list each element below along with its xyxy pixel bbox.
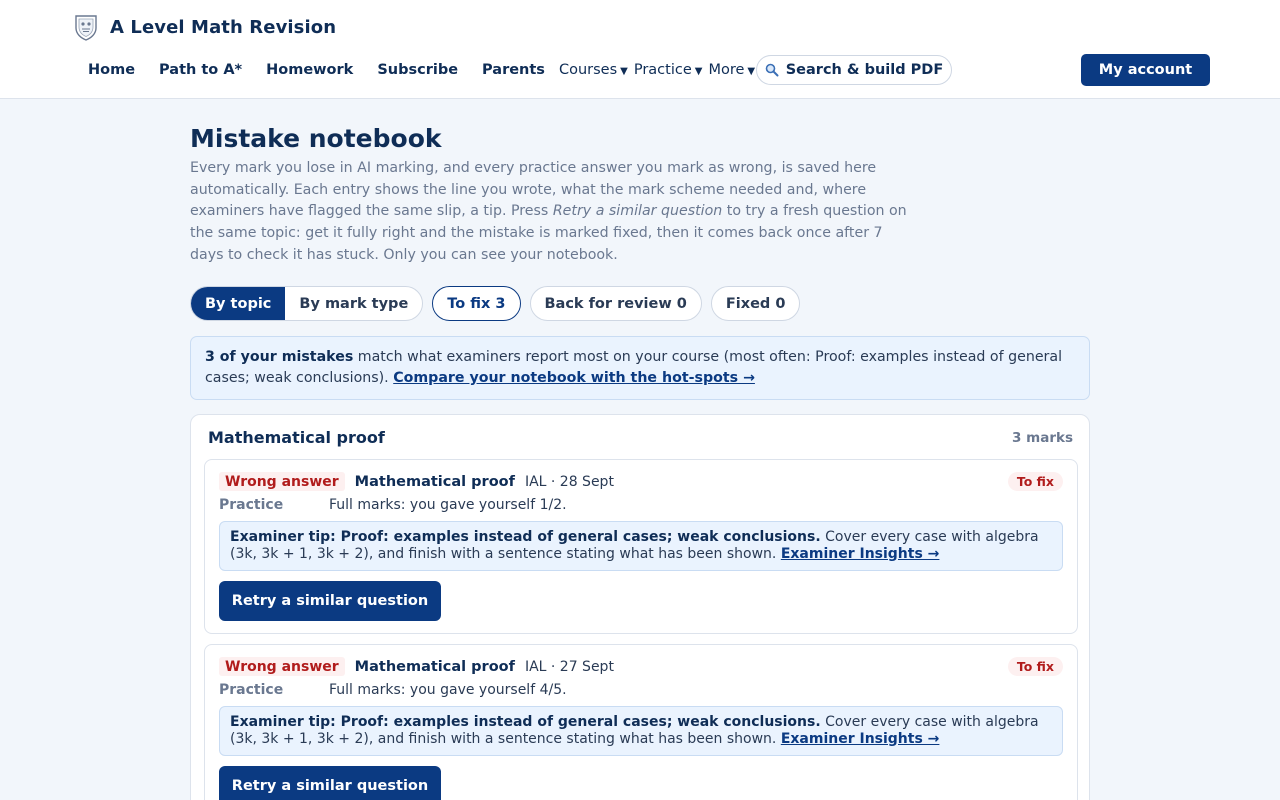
view-toggle: By topic By mark type — [190, 286, 424, 321]
main-nav: Home Path to A* Homework Subscribe Paren… — [88, 56, 761, 84]
card-source: Practice — [219, 682, 284, 698]
page-title: Mistake notebook — [190, 124, 442, 153]
card-topic: Mathematical proof — [354, 658, 515, 675]
nav-more-dropdown[interactable]: More ▼ — [708, 62, 755, 78]
nav-practice-dropdown[interactable]: Practice ▼ — [634, 62, 703, 78]
hotspot-notice: 3 of your mistakes match what examiners … — [190, 336, 1090, 400]
retry-similar-question-button[interactable]: Retry a similar question — [219, 581, 441, 621]
filter-bar: By topic By mark type To fix 3 Back for … — [190, 286, 801, 321]
nav-subscribe[interactable]: Subscribe — [377, 62, 458, 78]
mistake-card: Wrong answer Mathematical proof IAL · 28… — [204, 459, 1078, 634]
wrong-answer-badge: Wrong answer — [219, 472, 345, 491]
compare-hotspots-link[interactable]: Compare your notebook with the hot-spots… — [393, 370, 755, 386]
brand-name: A Level Math Revision — [110, 17, 337, 38]
filter-fixed[interactable]: Fixed 0 — [710, 286, 801, 321]
intro-emphasis: Retry a similar question — [552, 203, 723, 220]
card-detail: Full marks: you gave yourself 4/5. — [329, 682, 567, 698]
nav-courses-dropdown[interactable]: Courses ▼ — [559, 62, 628, 78]
view-by-topic[interactable]: By topic — [191, 287, 286, 320]
search-button-label: Search & build PDF — [785, 62, 944, 78]
nav-parents[interactable]: Parents — [482, 62, 545, 78]
card-source: Practice — [219, 497, 284, 513]
group-count: 3 marks — [1012, 430, 1073, 446]
card-header: Wrong answer Mathematical proof IAL · 28… — [219, 472, 614, 491]
nav-home[interactable]: Home — [88, 62, 135, 78]
nav-courses-label: Courses — [558, 62, 618, 78]
wrong-answer-badge: Wrong answer — [219, 657, 345, 676]
mistake-card: Wrong answer Mathematical proof IAL · 27… — [204, 644, 1078, 800]
status-badge: To fix — [1007, 472, 1063, 491]
nav-more-label: More — [708, 62, 745, 78]
search-icon — [765, 63, 779, 77]
examiner-tip: Examiner tip: Proof: examples instead of… — [219, 706, 1063, 756]
tip-strong: Examiner tip: Proof: examples instead of… — [230, 529, 821, 545]
nav-path-to-a-star[interactable]: Path to A* — [159, 62, 242, 78]
card-header: Wrong answer Mathematical proof IAL · 27… — [219, 657, 614, 676]
examiner-tip: Examiner tip: Proof: examples instead of… — [219, 521, 1063, 571]
filter-back-for-review[interactable]: Back for review 0 — [529, 286, 702, 321]
filter-to-fix[interactable]: To fix 3 — [432, 286, 521, 321]
status-badge: To fix — [1007, 657, 1063, 676]
examiner-insights-link[interactable]: Examiner Insights → — [781, 731, 940, 747]
nav-practice-label: Practice — [633, 62, 692, 78]
nav-homework[interactable]: Homework — [266, 62, 353, 78]
card-meta: IAL · 27 Sept — [524, 658, 614, 675]
crest-icon — [75, 15, 97, 41]
examiner-insights-link[interactable]: Examiner Insights → — [781, 546, 940, 562]
my-account-button[interactable]: My account — [1081, 54, 1210, 86]
card-meta: IAL · 28 Sept — [524, 473, 614, 490]
notice-strong: 3 of your mistakes — [205, 349, 354, 365]
page-intro: Every mark you lose in AI marking, and e… — [190, 158, 910, 267]
search-build-pdf-button[interactable]: Search & build PDF — [756, 55, 952, 85]
site-header: A Level Math Revision Home Path to A* Ho… — [0, 0, 1280, 99]
chevron-down-icon: ▼ — [620, 66, 628, 77]
card-detail: Full marks: you gave yourself 1/2. — [329, 497, 567, 513]
brand[interactable]: A Level Math Revision — [74, 14, 336, 41]
retry-similar-question-button[interactable]: Retry a similar question — [219, 766, 441, 800]
topic-group: Mathematical proof 3 marks Wrong answer … — [190, 414, 1090, 800]
chevron-down-icon: ▼ — [694, 66, 703, 77]
view-by-mark-type[interactable]: By mark type — [285, 287, 422, 320]
group-title: Mathematical proof — [208, 428, 385, 447]
card-topic: Mathematical proof — [354, 473, 515, 490]
tip-strong: Examiner tip: Proof: examples instead of… — [230, 714, 821, 730]
chevron-down-icon: ▼ — [747, 66, 756, 77]
